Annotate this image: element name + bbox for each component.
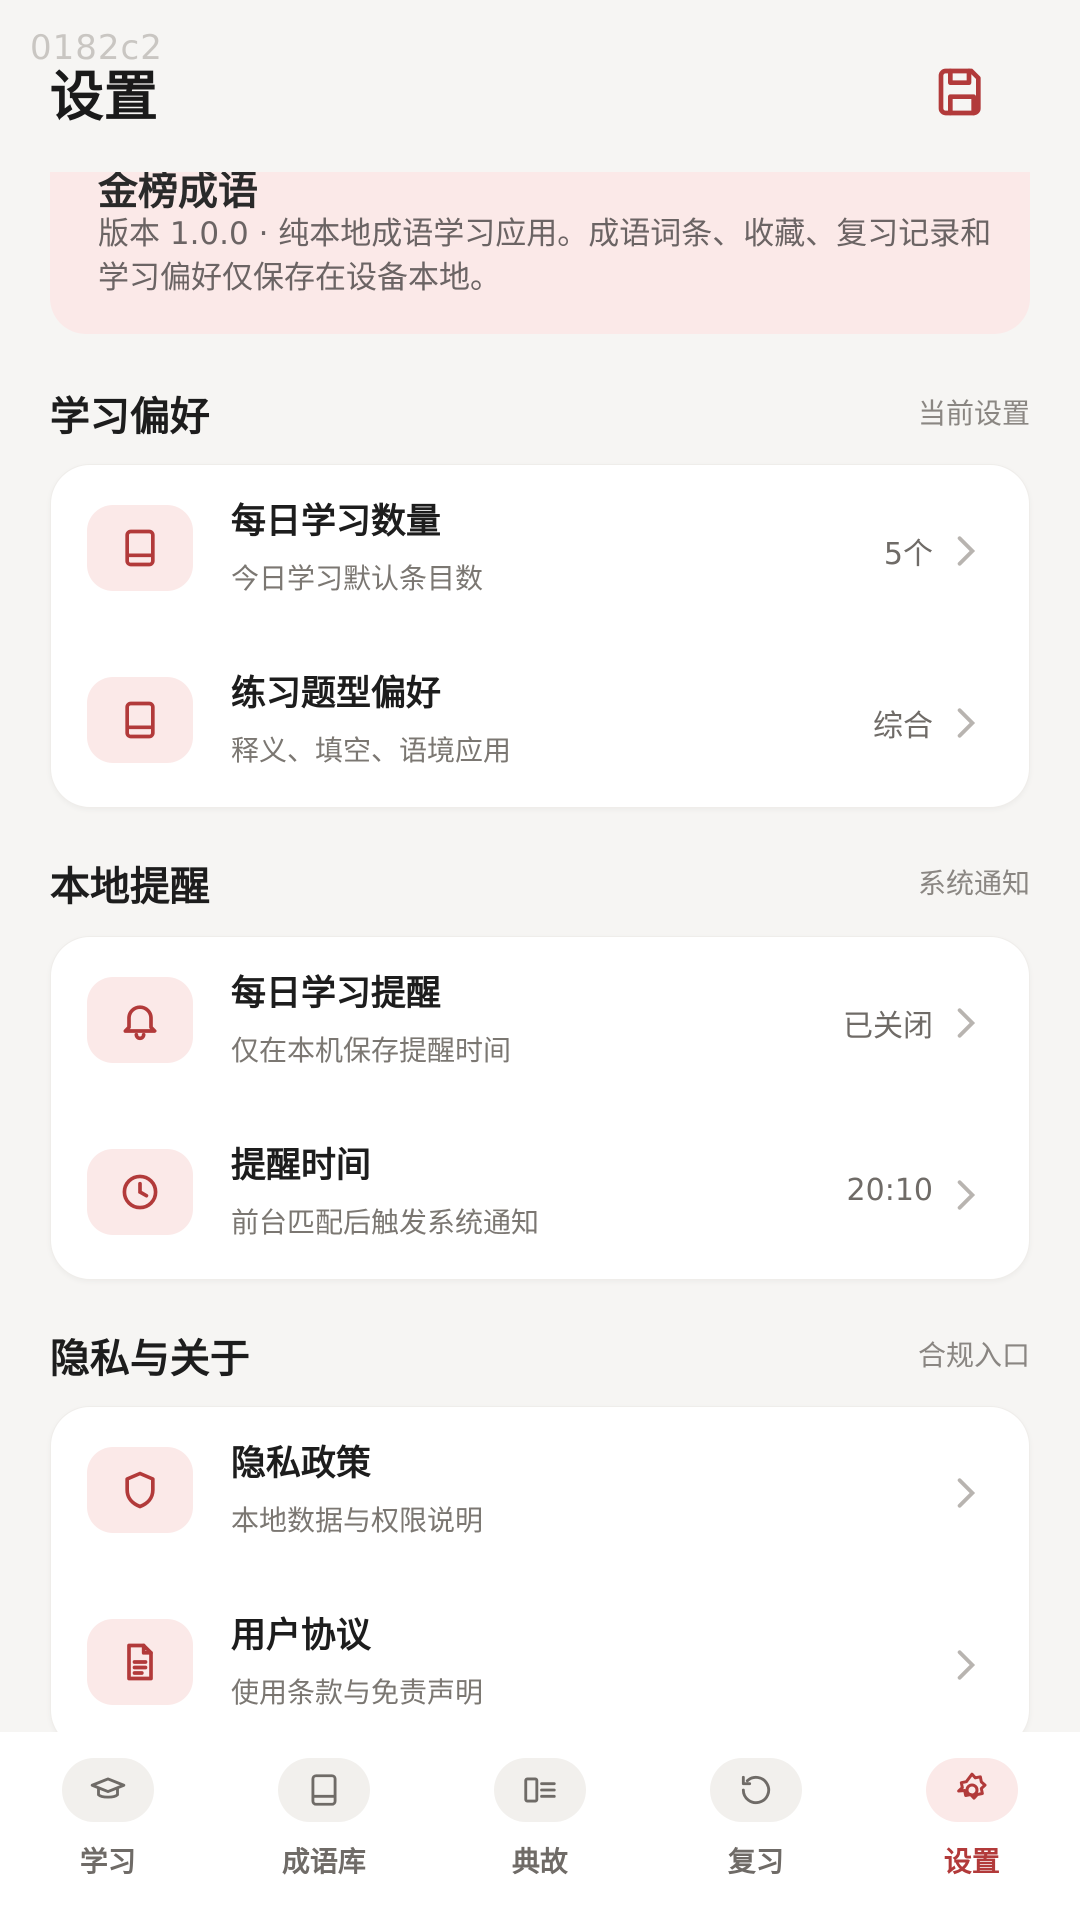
section-title: 隐私与关于 [50,1336,250,1382]
row-subtitle: 今日学习默认条目数 [231,562,484,595]
chevron-right-icon [951,1177,981,1213]
row-subtitle: 前台匹配后触发系统通知 [231,1206,540,1239]
reading-icon [494,1758,586,1822]
section-title: 学习偏好 [50,394,210,440]
reminder-settings-card: 每日学习提醒 仅在本机保存提醒时间 已关闭 提醒时间 前台匹配后触发系统通知 2… [50,936,1030,1280]
nav-tab-review[interactable]: 复习 [676,1758,836,1898]
row-subtitle: 本地数据与权限说明 [231,1504,484,1537]
nav-tab-study[interactable]: 学习 [28,1758,188,1898]
nav-label: 学习 [79,1845,136,1878]
nav-label: 成语库 [281,1845,366,1878]
chevron-right-icon [951,1475,981,1511]
page-title: 设置 [50,65,158,128]
save-button[interactable] [928,58,996,126]
chevron-right-icon [951,1005,981,1041]
row-user-agreement[interactable]: 用户协议 使用条款与免责声明 [51,1579,1031,1751]
save-icon [938,68,981,116]
section-reminder-header: 本地提醒 系统通知 [50,854,1030,914]
row-value: 已关闭 [843,1009,933,1044]
nav-label: 典故 [511,1845,568,1878]
setting-row-reminder-time[interactable]: 提醒时间 前台匹配后触发系统通知 20:10 [51,1109,1031,1281]
bottom-nav: 学习 成语库 典故 复习 设置 [0,1732,1080,1920]
nav-tab-allusions[interactable]: 典故 [460,1758,620,1898]
section-study-header: 学习偏好 当前设置 [50,384,1030,444]
nav-tab-idiom-library[interactable]: 成语库 [244,1758,404,1898]
row-privacy-policy[interactable]: 隐私政策 本地数据与权限说明 [51,1407,1031,1579]
row-title: 隐私政策 [231,1444,372,1484]
gear-icon [926,1758,1018,1822]
nav-label: 复习 [727,1845,784,1878]
chevron-right-icon [951,1647,981,1683]
section-hint: 当前设置 [917,397,1030,430]
book-icon [87,505,193,591]
refresh-icon [710,1758,802,1822]
study-settings-card: 每日学习数量 今日学习默认条目数 5个 练习题型偏好 释义、填空、语境应用 综合 [50,464,1030,808]
privacy-card: 隐私政策 本地数据与权限说明 用户协议 使用条款与免责声明 [50,1406,1030,1750]
bell-icon [87,977,193,1063]
row-title: 每日学习提醒 [231,974,442,1014]
row-value: 5个 [883,537,933,572]
row-title: 练习题型偏好 [231,674,442,714]
header: 设置 [0,0,1080,170]
row-value: 20:10 [846,1173,933,1208]
shield-icon [87,1447,193,1533]
document-icon [87,1619,193,1705]
row-subtitle: 仅在本机保存提醒时间 [231,1034,512,1067]
row-title: 用户协议 [231,1616,372,1656]
chevron-right-icon [951,533,981,569]
section-hint: 合规入口 [917,1339,1030,1372]
section-title: 本地提醒 [50,864,210,910]
book-icon [87,677,193,763]
section-privacy-header: 隐私与关于 合规入口 [50,1326,1030,1386]
row-value: 综合 [873,709,933,744]
row-title: 提醒时间 [231,1146,372,1186]
chevron-right-icon [951,705,981,741]
nav-tab-settings[interactable]: 设置 [892,1758,1052,1898]
setting-row-daily-reminder[interactable]: 每日学习提醒 仅在本机保存提醒时间 已关闭 [51,937,1031,1109]
row-subtitle: 使用条款与免责声明 [231,1676,484,1709]
graduation-cap-icon [62,1758,154,1822]
clock-icon [87,1149,193,1235]
setting-row-daily-count[interactable]: 每日学习数量 今日学习默认条目数 5个 [51,465,1031,637]
row-subtitle: 释义、填空、语境应用 [231,734,512,767]
book-icon [278,1758,370,1822]
app-description: 版本 1.0.0 · 纯本地成语学习应用。成语词条、收藏、复习记录和学习偏好仅保… [98,216,992,296]
about-card: 金榜成语 版本 1.0.0 · 纯本地成语学习应用。成语词条、收藏、复习记录和学… [50,172,1030,334]
app-name: 金榜成语 [98,172,258,214]
row-title: 每日学习数量 [231,502,442,542]
setting-row-question-type[interactable]: 练习题型偏好 释义、填空、语境应用 综合 [51,637,1031,809]
nav-label: 设置 [943,1845,1000,1878]
section-hint: 系统通知 [917,867,1030,900]
